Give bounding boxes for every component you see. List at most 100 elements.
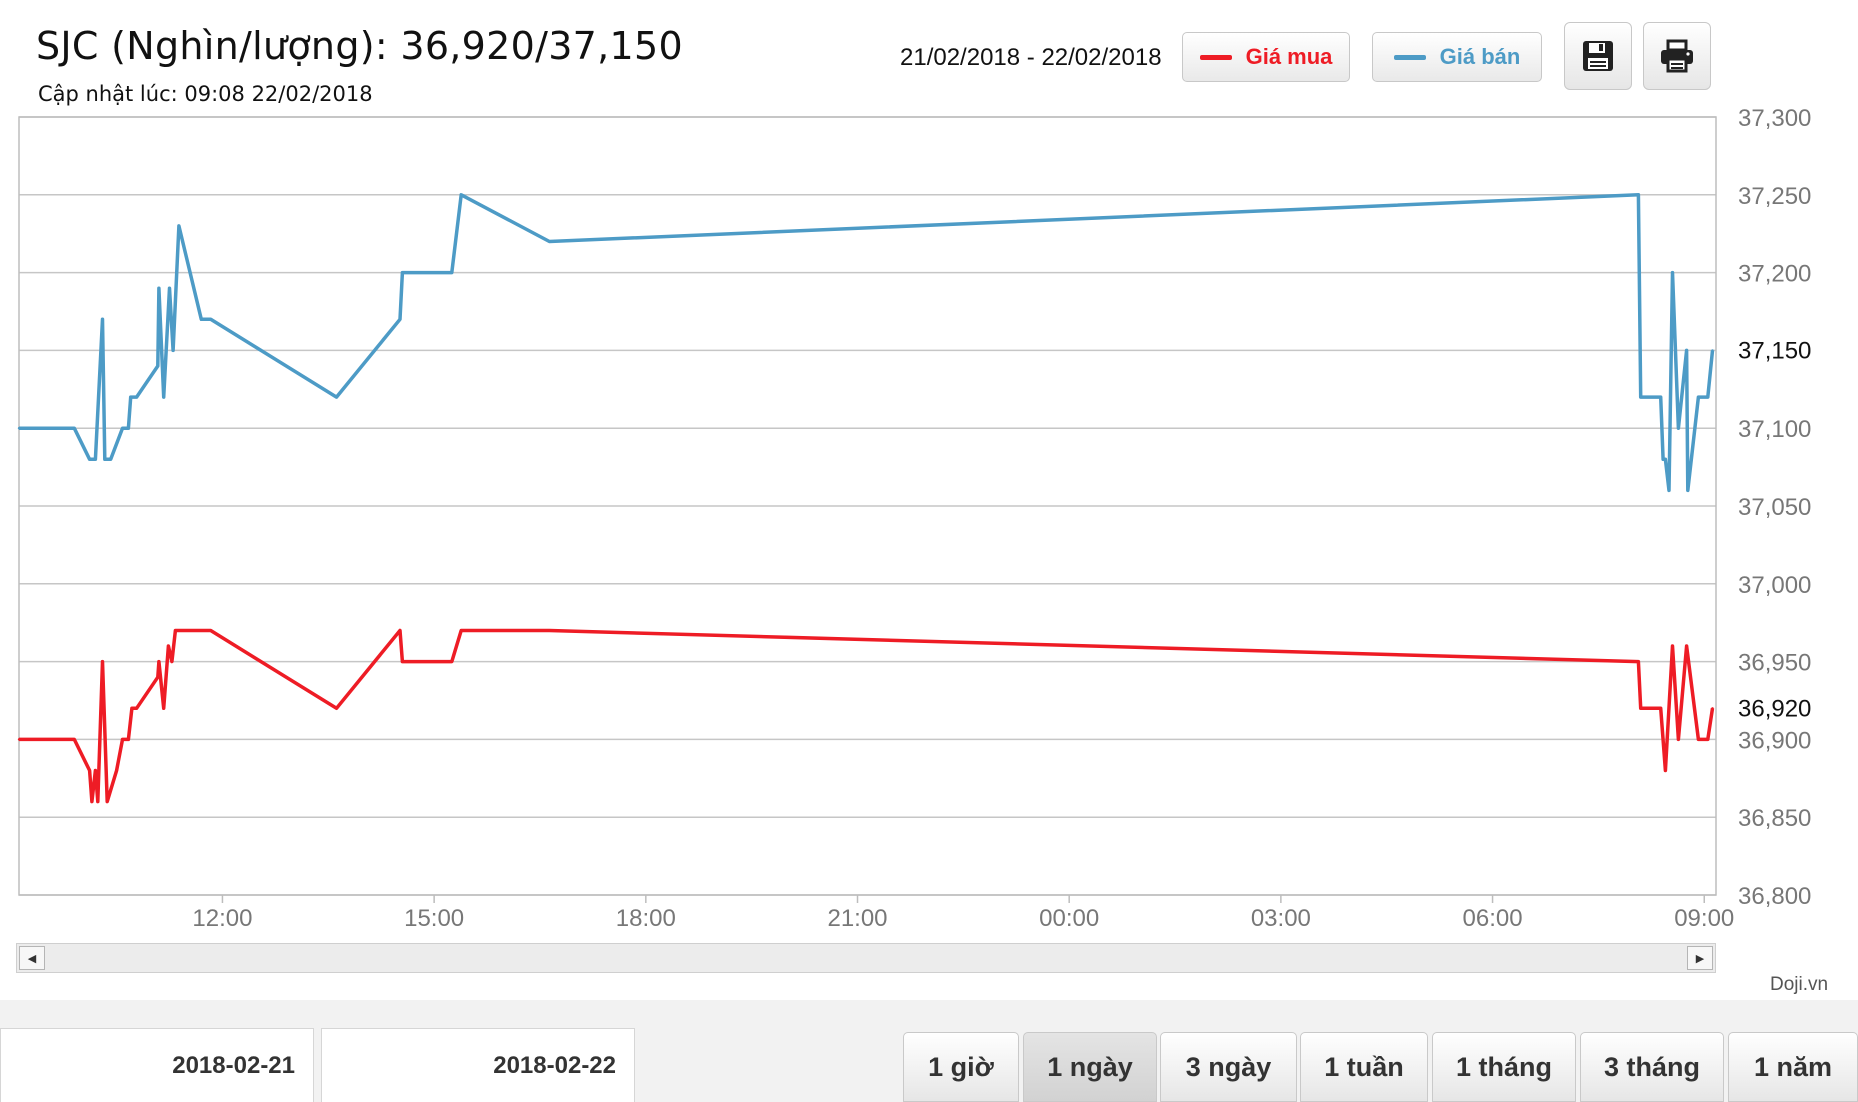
current-value-label: 36,920 bbox=[1738, 695, 1811, 722]
date-tab-1[interactable]: 2018-02-21 bbox=[0, 1028, 314, 1102]
x-tick-label: 21:00 bbox=[827, 905, 887, 932]
data-point bbox=[1671, 644, 1674, 648]
x-tick-label: 09:00 bbox=[1674, 905, 1734, 932]
data-point bbox=[90, 800, 94, 803]
range-button-3-days[interactable]: 3 ngày bbox=[1160, 1032, 1297, 1102]
x-tick-label: 03:00 bbox=[1251, 905, 1311, 932]
data-point bbox=[103, 458, 107, 461]
data-point bbox=[1637, 660, 1640, 663]
data-point bbox=[167, 644, 170, 648]
y-tick-label: 37,250 bbox=[1738, 183, 1811, 210]
scroll-right-button[interactable]: ▶ bbox=[1687, 946, 1713, 970]
data-point bbox=[450, 271, 453, 274]
x-tick-label: 00:00 bbox=[1039, 905, 1099, 932]
series-line-sell bbox=[19, 193, 1715, 493]
data-point bbox=[1664, 458, 1667, 461]
data-point bbox=[17, 738, 21, 741]
date-tab-2[interactable]: 2018-02-22 bbox=[321, 1028, 635, 1102]
data-point bbox=[1706, 395, 1710, 399]
data-point bbox=[1637, 193, 1640, 196]
data-point bbox=[1661, 458, 1665, 461]
range-button-3-months[interactable]: 3 tháng bbox=[1580, 1032, 1724, 1102]
range-button-1-day[interactable]: 1 ngày bbox=[1023, 1032, 1157, 1102]
data-point bbox=[1697, 395, 1700, 399]
arrow-right-icon: ▶ bbox=[1695, 952, 1705, 965]
data-point bbox=[130, 707, 134, 710]
data-point bbox=[335, 395, 338, 399]
data-point bbox=[96, 800, 100, 803]
data-point bbox=[1664, 769, 1667, 772]
data-point bbox=[548, 240, 551, 243]
data-point bbox=[94, 769, 97, 772]
arrow-left-icon: ◀ bbox=[27, 952, 37, 965]
data-point bbox=[157, 287, 161, 290]
data-point bbox=[1686, 489, 1690, 492]
data-point bbox=[1685, 644, 1688, 648]
data-point bbox=[200, 318, 203, 321]
data-point bbox=[1659, 707, 1662, 710]
data-point bbox=[1697, 738, 1700, 741]
x-tick-label: 12:00 bbox=[192, 905, 252, 932]
data-point bbox=[17, 427, 21, 430]
data-point bbox=[88, 769, 91, 772]
data-point bbox=[127, 427, 130, 430]
data-point bbox=[1639, 707, 1642, 710]
data-point bbox=[115, 769, 118, 772]
y-tick-label: 36,950 bbox=[1738, 650, 1811, 677]
x-tick-label: 15:00 bbox=[404, 905, 464, 932]
data-point bbox=[135, 395, 138, 399]
data-point bbox=[170, 660, 174, 663]
data-point bbox=[1706, 738, 1710, 741]
data-point bbox=[450, 660, 453, 663]
data-point bbox=[548, 629, 551, 632]
data-point bbox=[73, 427, 76, 430]
data-point bbox=[335, 707, 338, 710]
data-point bbox=[73, 738, 76, 741]
data-point bbox=[101, 660, 104, 663]
data-point bbox=[171, 349, 175, 352]
y-tick-label: 37,000 bbox=[1738, 572, 1811, 599]
data-point bbox=[101, 318, 104, 321]
y-tick-label: 37,200 bbox=[1738, 261, 1811, 288]
data-point bbox=[106, 800, 109, 803]
range-button-1-month[interactable]: 1 tháng bbox=[1432, 1032, 1576, 1102]
data-point bbox=[121, 738, 124, 741]
x-tick-label: 18:00 bbox=[616, 905, 676, 932]
data-point bbox=[398, 318, 402, 321]
price-chart: 36,800 36,850 36,900 36,950 37,000 37,050 37,1… bbox=[17, 105, 1811, 932]
data-point bbox=[1671, 271, 1674, 274]
y-tick-label: 36,800 bbox=[1738, 883, 1811, 910]
data-point bbox=[109, 458, 112, 461]
data-point bbox=[209, 318, 212, 321]
data-point bbox=[121, 427, 124, 430]
data-point bbox=[209, 629, 212, 632]
y-tick-label: 37,050 bbox=[1738, 494, 1811, 521]
y-tick-label: 37,100 bbox=[1738, 416, 1811, 443]
data-point bbox=[177, 224, 181, 228]
y-tick-label: 36,850 bbox=[1738, 805, 1811, 832]
data-point bbox=[401, 660, 404, 663]
data-point bbox=[156, 364, 159, 368]
data-point bbox=[1659, 395, 1662, 399]
scroll-left-button[interactable]: ◀ bbox=[19, 946, 45, 970]
data-point bbox=[174, 629, 177, 632]
source-credit: Doji.vn bbox=[1770, 974, 1829, 995]
data-point bbox=[156, 676, 159, 679]
data-point bbox=[88, 458, 91, 461]
horizontal-scrollbar[interactable]: ◀ ▶ bbox=[16, 943, 1716, 973]
range-button-1-week[interactable]: 1 tuần bbox=[1300, 1032, 1428, 1102]
series-line-buy bbox=[19, 628, 1715, 804]
data-point bbox=[1677, 738, 1680, 741]
data-point bbox=[398, 629, 402, 632]
data-point bbox=[460, 629, 463, 632]
current-value-label: 37,150 bbox=[1738, 337, 1811, 364]
data-point bbox=[401, 271, 404, 274]
data-point bbox=[157, 660, 161, 663]
data-point bbox=[1639, 395, 1642, 399]
range-button-1-year[interactable]: 1 năm bbox=[1728, 1032, 1858, 1102]
data-point bbox=[162, 395, 165, 399]
data-point bbox=[460, 193, 463, 196]
range-button-1-hour[interactable]: 1 giờ bbox=[903, 1032, 1019, 1102]
y-tick-label: 37,300 bbox=[1738, 105, 1811, 132]
data-point bbox=[94, 458, 97, 461]
